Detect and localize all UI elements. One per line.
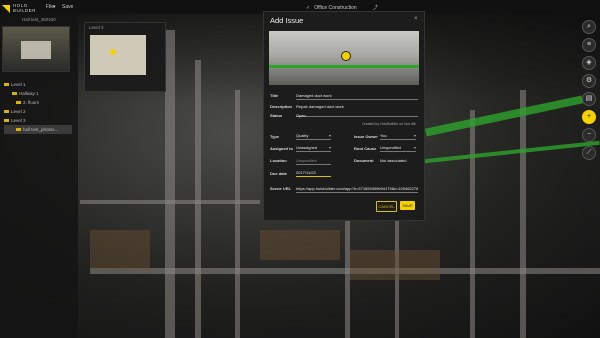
document-label: Document <box>354 158 374 163</box>
scene-stud <box>165 30 175 338</box>
logo-line-2: BUILDER <box>13 8 37 13</box>
tool-column: ⌕ ≡ ◈ ⚙ ▤ + − ⟋ <box>582 20 596 160</box>
chevron-down-icon: ▾ <box>328 145 331 150</box>
scene-stud <box>235 90 240 338</box>
issue-owner-select[interactable]: You ▾ <box>380 132 416 140</box>
dialog-title: Add Issue <box>270 16 304 25</box>
settings-icon[interactable]: ⚙ <box>582 74 596 88</box>
folder-icon <box>4 82 9 87</box>
created-by-note: Created by HoloBuilder on Nov 6th <box>362 122 417 126</box>
measure-icon[interactable]: ⟋ <box>582 146 596 160</box>
check-icon: ✓ <box>306 4 311 11</box>
scene-board <box>260 230 340 260</box>
sidebar-header: Hall test_360430 <box>22 17 56 22</box>
add-issue-dialog: Add Issue × Title Damaged duct work Desc… <box>263 11 425 221</box>
due-date-underline <box>296 176 331 177</box>
description-field[interactable]: Repair damaged duct work <box>296 104 344 109</box>
minimap[interactable]: Level 3 <box>84 22 166 92</box>
chevron-down-icon: ▾ <box>53 4 56 10</box>
type-select[interactable]: Quality ▾ <box>296 132 331 140</box>
title-label: Title <box>270 93 279 98</box>
folder-icon <box>16 100 21 105</box>
scene-board <box>90 230 150 270</box>
compass-icon[interactable]: ◈ <box>582 56 596 70</box>
status-label: Status <box>270 113 283 118</box>
minimap-plan[interactable] <box>90 35 146 75</box>
chevron-down-icon: ▾ <box>413 133 416 138</box>
scene-url-underline <box>296 192 418 193</box>
search-icon[interactable]: ⌕ <box>582 20 596 34</box>
folder-icon <box>4 109 9 114</box>
tree-item[interactable]: Level 3 <box>4 116 72 125</box>
document-value: Not associated <box>380 158 407 163</box>
scene-url-label: Scene URL <box>270 186 292 191</box>
description-label: Description <box>270 104 293 109</box>
save-button[interactable]: SAVE <box>400 201 415 210</box>
type-label: Type <box>270 134 280 139</box>
chevron-down-icon: ▾ <box>328 133 331 138</box>
scene-board <box>350 250 440 280</box>
project-title[interactable]: ✓ Office Construction ⤴ <box>306 4 378 12</box>
folder-icon <box>4 118 9 123</box>
clipboard-icon[interactable]: ▤ <box>582 92 596 106</box>
scene-beam <box>80 200 260 204</box>
location-underline <box>296 164 331 165</box>
scene-stud <box>520 90 526 338</box>
root-cause-label: Root Cause <box>354 146 377 151</box>
tree-item[interactable]: 2. floors <box>4 98 72 107</box>
save-menu[interactable]: Save <box>62 4 73 10</box>
sidebar: Hall test_360430 Level 1 Hallway 1 2. fl… <box>0 14 78 338</box>
folder-icon <box>16 127 21 132</box>
due-date-field[interactable]: 2017/11/23 <box>296 170 316 175</box>
sidebar-thumbnail[interactable] <box>2 26 70 72</box>
scene-green-track <box>424 140 600 164</box>
tree-item[interactable]: Level 1 <box>4 80 72 89</box>
root-cause-select[interactable]: Unspecified ▾ <box>380 144 416 152</box>
sheet-tree: Level 1 Hallway 1 2. floors Level 2 Leve… <box>4 80 72 134</box>
scene-stud <box>470 110 475 338</box>
project-name: Office Construction <box>314 4 357 11</box>
folder-icon <box>12 91 17 96</box>
tree-item[interactable]: Hallway 1 <box>4 89 72 98</box>
assigned-to-label: Assigned to <box>270 146 293 151</box>
description-underline <box>296 116 418 117</box>
issue-pin-icon <box>341 51 351 61</box>
issue-owner-label: Issue Owner <box>354 134 378 139</box>
location-field[interactable]: Unspecified <box>296 158 317 163</box>
scene-stud <box>195 60 201 338</box>
minimap-title: Level 3 <box>89 25 104 30</box>
scene-preview <box>269 31 419 85</box>
share-icon[interactable]: ⤴ <box>373 4 378 11</box>
minus-icon[interactable]: − <box>582 128 596 142</box>
chevron-down-icon: ▾ <box>413 145 416 150</box>
title-field[interactable]: Damaged duct work <box>296 93 332 98</box>
close-icon[interactable]: × <box>414 16 418 22</box>
location-label: Location <box>270 158 287 163</box>
tree-item-selected[interactable]: hall test_photos... <box>4 125 72 134</box>
title-underline <box>296 99 418 100</box>
assigned-to-select[interactable]: Unassigned ▾ <box>296 144 331 152</box>
tree-item[interactable]: Level 2 <box>4 107 72 116</box>
due-date-label: Due date <box>270 171 287 176</box>
status-field[interactable]: Open <box>296 113 306 118</box>
preview-green-track <box>269 65 419 68</box>
floor-plan-thumbnail <box>21 41 51 59</box>
logo-text: HOLO BUILDER <box>13 3 37 14</box>
scene-beam <box>90 268 600 274</box>
scene-green-track <box>424 95 584 137</box>
logo-mark-icon <box>2 5 10 13</box>
scene-url-field[interactable]: https://app.holobuilder.com/app?b=571559… <box>296 186 418 191</box>
plus-icon[interactable]: + <box>582 110 596 124</box>
cancel-button[interactable]: CANCEL <box>376 201 397 212</box>
layers-icon[interactable]: ≡ <box>582 38 596 52</box>
